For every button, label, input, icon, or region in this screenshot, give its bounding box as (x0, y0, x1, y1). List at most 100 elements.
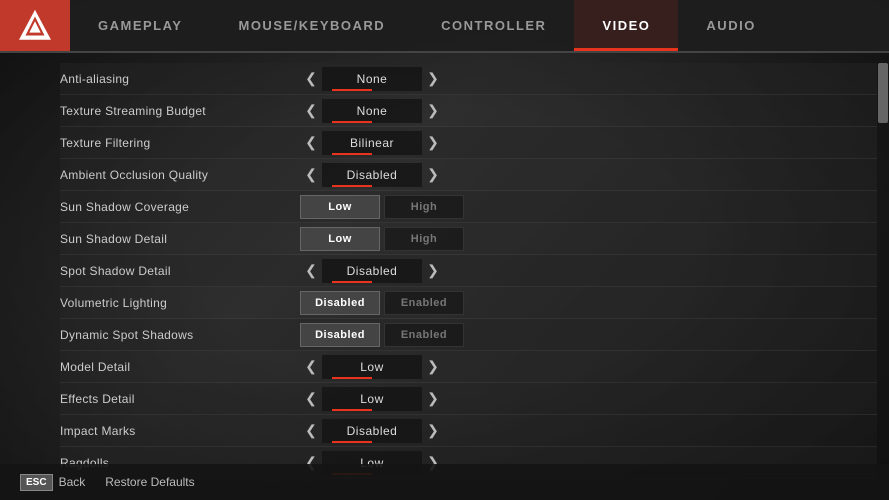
setting-row: Spot Shadow Detail❮Disabled❯ (60, 255, 877, 287)
setting-control: DisabledEnabled (300, 291, 867, 315)
arrow-right-button[interactable]: ❯ (422, 387, 444, 411)
arrow-left-button[interactable]: ❮ (300, 99, 322, 123)
toggle-control: LowHigh (300, 227, 464, 251)
arrow-control: ❮ Disabled ❯ (300, 163, 444, 187)
arrow-control: ❮ Low ❯ (300, 355, 444, 379)
toggle-option2-button[interactable]: High (384, 227, 464, 251)
setting-row: Sun Shadow DetailLowHigh (60, 223, 877, 255)
setting-label: Texture Streaming Budget (60, 104, 300, 118)
toggle-control: DisabledEnabled (300, 323, 464, 347)
setting-control: ❮ Disabled ❯ (300, 419, 867, 443)
esc-key: ESC (20, 474, 53, 491)
setting-control: ❮ Bilinear ❯ (300, 131, 867, 155)
toggle-control: LowHigh (300, 195, 464, 219)
arrow-control: ❮ None ❯ (300, 99, 444, 123)
arrow-left-button[interactable]: ❮ (300, 259, 322, 283)
restore-defaults-label: Restore Defaults (105, 475, 194, 489)
value-box: Disabled (322, 259, 422, 283)
setting-label: Anti-aliasing (60, 72, 300, 86)
setting-label: Sun Shadow Coverage (60, 200, 300, 214)
toggle-option1-button[interactable]: Disabled (300, 291, 380, 315)
toggle-option1-button[interactable]: Disabled (300, 323, 380, 347)
value-box: Disabled (322, 163, 422, 187)
arrow-right-button[interactable]: ❯ (422, 355, 444, 379)
arrow-right-button[interactable]: ❯ (422, 67, 444, 91)
nav-tab-mouse-keyboard[interactable]: MOUSE/KEYBOARD (210, 0, 413, 51)
setting-label: Dynamic Spot Shadows (60, 328, 300, 342)
value-box: None (322, 99, 422, 123)
value-box: Bilinear (322, 131, 422, 155)
value-box: Low (322, 355, 422, 379)
setting-row: Sun Shadow CoverageLowHigh (60, 191, 877, 223)
scrollbar[interactable] (877, 63, 889, 490)
setting-label: Sun Shadow Detail (60, 232, 300, 246)
toggle-control: DisabledEnabled (300, 291, 464, 315)
setting-row: Dynamic Spot ShadowsDisabledEnabled (60, 319, 877, 351)
nav-tabs: GAMEPLAYMOUSE/KEYBOARDCONTROLLERVIDEOAUD… (70, 0, 889, 51)
setting-control: ❮Disabled❯ (300, 259, 867, 283)
setting-label: Ambient Occlusion Quality (60, 168, 300, 182)
setting-label: Texture Filtering (60, 136, 300, 150)
setting-row: Model Detail❮ Low ❯ (60, 351, 877, 383)
value-text: Low (360, 360, 384, 374)
arrow-control: ❮ Bilinear ❯ (300, 131, 444, 155)
nav-tab-audio[interactable]: AUDIO (678, 0, 783, 51)
arrow-right-button[interactable]: ❯ (422, 259, 444, 283)
value-text: None (357, 72, 388, 86)
value-text: Bilinear (350, 136, 394, 150)
arrow-control: ❮ Disabled ❯ (300, 419, 444, 443)
bottom-bar: ESC Back Restore Defaults (0, 464, 889, 500)
setting-label: Model Detail (60, 360, 300, 374)
restore-defaults-button[interactable]: Restore Defaults (105, 475, 194, 489)
setting-control: DisabledEnabled (300, 323, 867, 347)
setting-row: Ambient Occlusion Quality❮ Disabled ❯ (60, 159, 877, 191)
arrow-control: ❮ None ❯ (300, 67, 444, 91)
setting-label: Impact Marks (60, 424, 300, 438)
settings-panel: Anti-aliasing❮None❯Texture Streaming Bud… (0, 53, 877, 500)
logo-area (0, 0, 70, 51)
value-box: None (322, 67, 422, 91)
setting-control: ❮ None ❯ (300, 99, 867, 123)
setting-control: ❮ Low ❯ (300, 387, 867, 411)
settings-list: Anti-aliasing❮None❯Texture Streaming Bud… (60, 63, 877, 479)
setting-row: Volumetric LightingDisabledEnabled (60, 287, 877, 319)
value-box: Disabled (322, 419, 422, 443)
setting-label: Effects Detail (60, 392, 300, 406)
setting-row: Effects Detail❮ Low ❯ (60, 383, 877, 415)
arrow-left-button[interactable]: ❮ (300, 355, 322, 379)
arrow-left-button[interactable]: ❮ (300, 387, 322, 411)
nav-tab-controller[interactable]: CONTROLLER (413, 0, 574, 51)
value-text: Disabled (347, 168, 398, 182)
setting-label: Volumetric Lighting (60, 296, 300, 310)
arrow-left-button[interactable]: ❮ (300, 419, 322, 443)
nav-tab-video[interactable]: VIDEO (574, 0, 678, 51)
arrow-right-button[interactable]: ❯ (422, 99, 444, 123)
setting-control: ❮ Disabled ❯ (300, 163, 867, 187)
arrow-right-button[interactable]: ❯ (422, 131, 444, 155)
setting-row: Anti-aliasing❮ None ❯ (60, 63, 877, 95)
arrow-control: ❮Disabled❯ (300, 259, 444, 283)
back-button[interactable]: ESC Back (20, 474, 85, 491)
apex-logo (16, 7, 54, 45)
scrollbar-thumb[interactable] (878, 63, 888, 123)
arrow-left-button[interactable]: ❮ (300, 67, 322, 91)
setting-control: LowHigh (300, 195, 867, 219)
toggle-option1-button[interactable]: Low (300, 227, 380, 251)
setting-control: ❮ Low ❯ (300, 355, 867, 379)
arrow-right-button[interactable]: ❯ (422, 163, 444, 187)
toggle-option2-button[interactable]: High (384, 195, 464, 219)
toggle-option1-button[interactable]: Low (300, 195, 380, 219)
arrow-left-button[interactable]: ❮ (300, 131, 322, 155)
arrow-control: ❮ Low ❯ (300, 387, 444, 411)
setting-control: LowHigh (300, 227, 867, 251)
arrow-right-button[interactable]: ❯ (422, 419, 444, 443)
toggle-option2-button[interactable]: Enabled (384, 291, 464, 315)
nav-tab-gameplay[interactable]: GAMEPLAY (70, 0, 210, 51)
back-label: Back (59, 475, 86, 489)
value-text: None (357, 104, 388, 118)
setting-control: ❮ None ❯ (300, 67, 867, 91)
value-text: Disabled (347, 424, 398, 438)
arrow-left-button[interactable]: ❮ (300, 163, 322, 187)
value-text: Low (360, 392, 384, 406)
toggle-option2-button[interactable]: Enabled (384, 323, 464, 347)
